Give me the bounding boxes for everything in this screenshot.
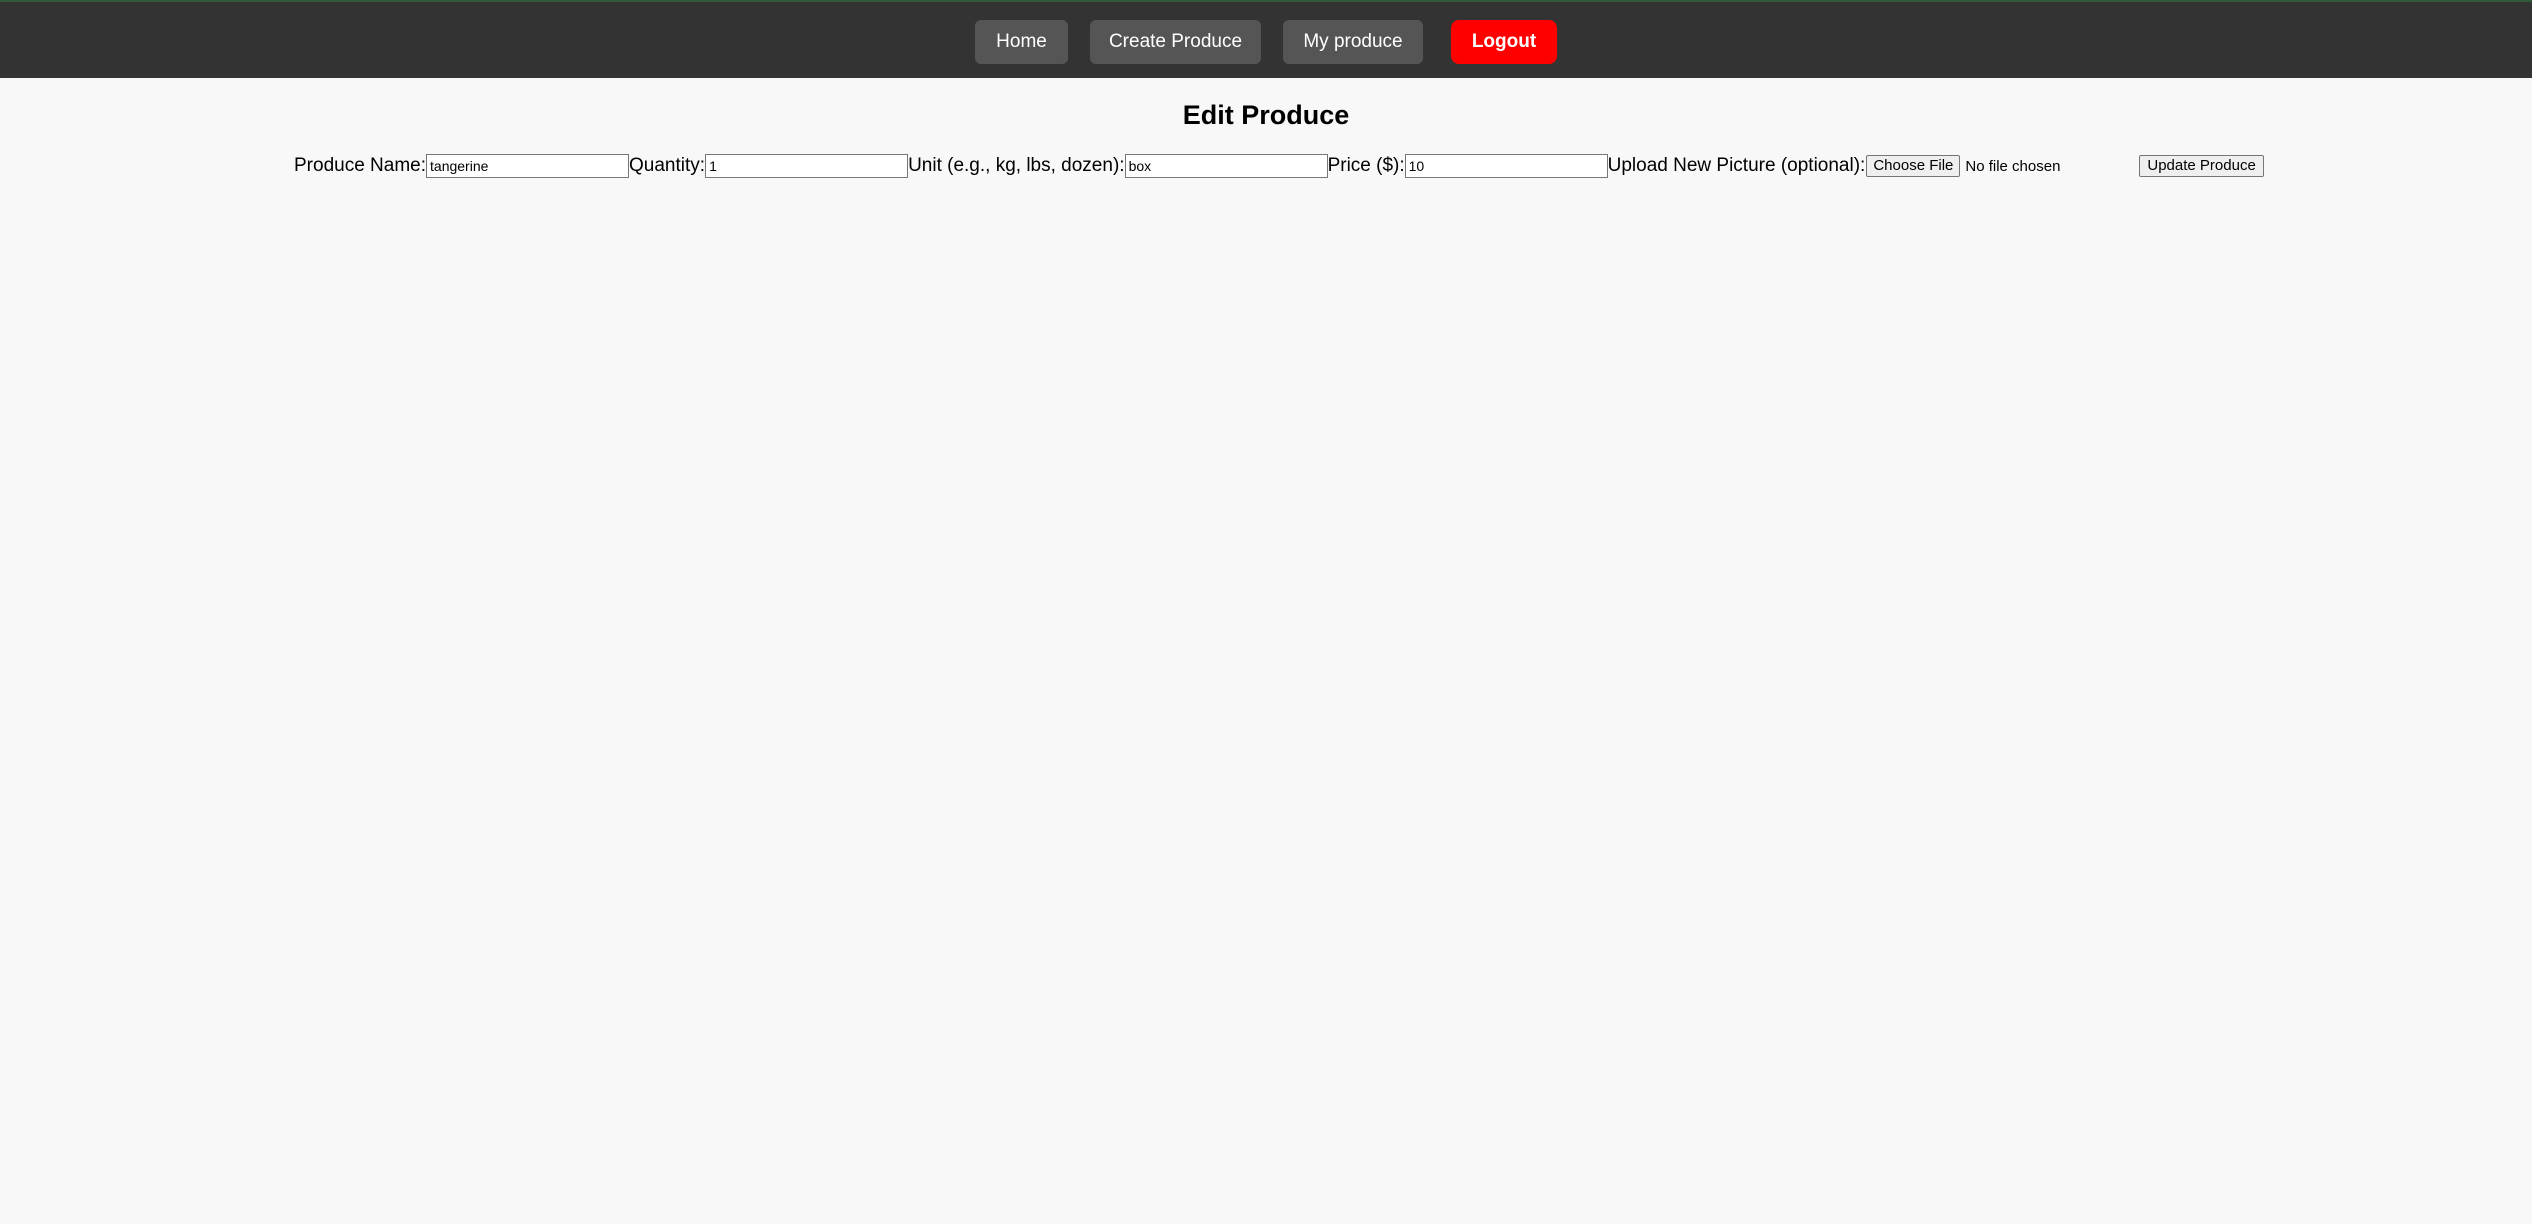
- price-label: Price ($):: [1327, 155, 1405, 176]
- top-nav-bar: Home Create Produce My produce Logout: [0, 0, 2532, 78]
- nav-create-produce-button[interactable]: Create Produce: [1090, 20, 1261, 64]
- produce-name-input[interactable]: [426, 154, 630, 178]
- quantity-input[interactable]: [705, 154, 909, 178]
- price-input[interactable]: [1404, 154, 1608, 178]
- file-status-text: No file chosen: [1965, 157, 2061, 175]
- update-produce-button[interactable]: Update Produce: [2139, 155, 2264, 177]
- produce-name-label: Produce Name:: [294, 155, 427, 176]
- unit-label: Unit (e.g., kg, lbs, dozen):: [908, 155, 1125, 176]
- unit-input[interactable]: [1124, 154, 1328, 178]
- nav-home-button[interactable]: Home: [975, 20, 1068, 64]
- page-title: Edit Produce: [1182, 100, 1350, 130]
- quantity-label: Quantity:: [629, 155, 706, 176]
- choose-file-button[interactable]: Choose File: [1866, 155, 1961, 177]
- nav-my-produce-button[interactable]: My produce: [1283, 20, 1423, 64]
- edit-produce-form: Produce Name: Quantity: Unit (e.g., kg, …: [294, 152, 2264, 180]
- upload-picture-label: Upload New Picture (optional):: [1607, 155, 1866, 176]
- logout-button[interactable]: Logout: [1451, 20, 1557, 64]
